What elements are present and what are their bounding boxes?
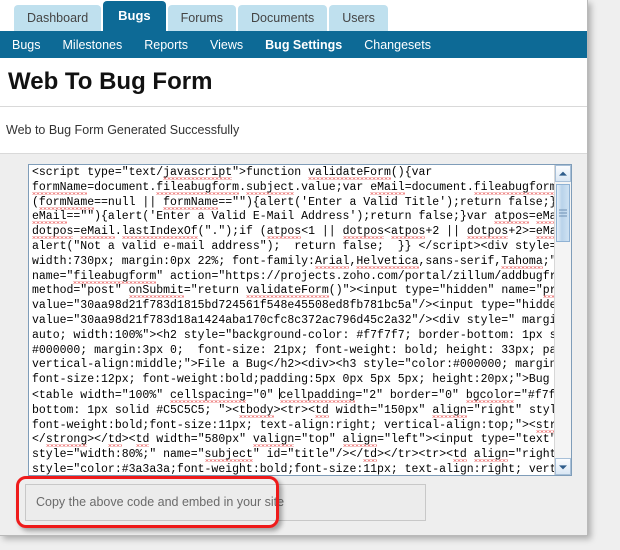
tab-documents[interactable]: Documents — [238, 4, 328, 31]
subnav-item-bug-settings[interactable]: Bug Settings — [265, 37, 343, 65]
content-region: Web To Bug Form Web to Bug Form Generate… — [0, 58, 587, 535]
generated-code-textarea[interactable]: <script type="text/javascript">function … — [28, 164, 572, 476]
tab-users[interactable]: Users — [329, 4, 388, 31]
scrollbar-grip-icon — [559, 209, 567, 217]
code-line: style="width:80%;" name="subject" id="ti… — [32, 448, 564, 462]
secondary-nav-bar: Bugs Milestones Reports Views Bug Settin… — [0, 31, 587, 65]
code-line: value="30aa98d21f783d18a1424aba170cfc8c3… — [32, 313, 572, 327]
code-line: name="fileabugform" action="https://proj… — [32, 269, 572, 283]
primary-tab-strip: Dashboard Bugs Forums Documents Users — [0, 0, 587, 31]
scrollbar-up-button[interactable] — [555, 165, 571, 182]
copy-hint-field[interactable]: Copy the above code and embed in your si… — [25, 484, 426, 521]
subnav-item-reports[interactable]: Reports — [144, 38, 188, 52]
tab-bugs[interactable]: Bugs — [103, 1, 166, 31]
chevron-down-icon — [559, 464, 567, 469]
code-line: method="post" onSubmit="return validateF… — [32, 284, 571, 299]
code-line: #000000; margin:3px 0; font-size: 21px; … — [32, 343, 572, 357]
code-line: font-weight:bold;font-size:11px; text-al… — [32, 418, 571, 434]
page-title: Web To Bug Form — [8, 68, 213, 95]
chevron-up-icon — [559, 171, 567, 176]
code-line: alert("Not a valid e-mail address"); ret… — [32, 239, 572, 253]
code-line: formName=document.fileabugform.subject.v… — [32, 180, 571, 194]
code-line: <table width="100%" cellspacing="0" cell… — [32, 387, 572, 402]
application-panel: Dashboard Bugs Forums Documents Users Bu… — [0, 0, 588, 536]
subnav-item-changesets[interactable]: Changesets — [364, 38, 431, 52]
scrollbar-down-button[interactable] — [555, 458, 571, 475]
scrollbar-thumb[interactable] — [556, 184, 570, 242]
code-line: eMail==""){alert('Enter a Valid E-Mail A… — [32, 210, 571, 225]
tab-dashboard[interactable]: Dashboard — [14, 4, 102, 31]
generated-code-content: <script type="text/javascript">function … — [32, 166, 572, 476]
code-line: value="30aa98d21f783d1815bd724561f548e45… — [32, 299, 572, 313]
code-line: vertical-align:middle;">File a Bug</h2><… — [32, 358, 572, 372]
primary-tab-list: Dashboard Bugs Forums Documents Users — [14, 1, 388, 31]
subnav-item-views[interactable]: Views — [210, 38, 243, 52]
code-line: font-size:12px; font-weight:bold;padding… — [32, 373, 572, 387]
code-line: <script type="text/javascript">function … — [32, 166, 433, 179]
code-line: auto; width:100%"><h2 style="background-… — [32, 328, 572, 342]
success-message: Web to Bug Form Generated Successfully — [6, 123, 240, 137]
code-line: style="color:#3a3a3a;font-weight:bold;fo… — [32, 462, 572, 476]
code-scrollbar[interactable] — [554, 165, 571, 475]
tab-forums[interactable]: Forums — [167, 4, 237, 31]
code-line: width:730px; margin:0px 22%; font-family… — [32, 254, 571, 268]
subnav-item-milestones[interactable]: Milestones — [63, 38, 123, 52]
code-line: (formName==null || formName==""){alert('… — [32, 195, 572, 209]
copy-hint-text: Copy the above code and embed in your si… — [36, 495, 285, 509]
code-line: dotpos=eMail.lastIndexOf(".");if (atpos<… — [32, 225, 571, 240]
subnav-item-bug-settings-label: Bug Settings — [265, 37, 343, 52]
subnav-item-bugs[interactable]: Bugs — [12, 38, 41, 52]
code-line: bottom: 1px solid #C5C5C5; "><tbody><tr>… — [32, 403, 572, 417]
form-area: <script type="text/javascript">function … — [0, 153, 587, 535]
code-line: </strong></td><td width="580px" valign="… — [32, 433, 572, 447]
